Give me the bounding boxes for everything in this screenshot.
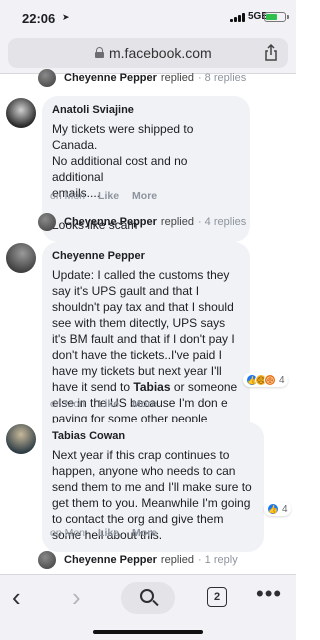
comment-actions: on Mon Like More [50, 190, 170, 202]
more-button[interactable]: More [132, 398, 157, 410]
comment-text: Update: I called the customs they say it… [52, 267, 240, 443]
reply-count: · 1 reply [197, 554, 238, 566]
reaction-summary[interactable]: 👍 ☹ ☹ 4 [243, 373, 288, 387]
location-arrow-icon: ➤ [62, 12, 70, 22]
view-replies-link[interactable]: Cheyenne Pepper replied · 8 replies [38, 68, 246, 88]
reply-author: Cheyenne Pepper [64, 216, 157, 228]
comment-text-part: Update: I called the customs they say it… [52, 268, 235, 394]
view-replies-link[interactable]: Cheyenne Pepper replied · 4 replies [38, 212, 246, 232]
signal-icon [230, 13, 248, 22]
angry-reaction-icon: ☹ [264, 374, 276, 386]
like-button[interactable]: Like [98, 398, 119, 410]
status-time: 22:06 [22, 11, 56, 26]
comment-actions: on Mon Like More [50, 527, 170, 539]
reply-verb: replied [160, 554, 194, 566]
avatar[interactable] [6, 243, 36, 273]
avatar[interactable] [6, 424, 36, 454]
more-button[interactable]: More [132, 190, 157, 202]
mention-link[interactable]: Tabias [133, 380, 170, 394]
back-icon[interactable]: ‹ [12, 584, 21, 610]
avatar [38, 69, 56, 87]
avatar[interactable] [6, 98, 36, 128]
address-bar[interactable]: m.facebook.com [8, 38, 288, 68]
like-button[interactable]: Like [98, 190, 119, 202]
browser-toolbar: ‹ › 2 ••• [0, 574, 296, 640]
share-icon[interactable] [264, 44, 278, 61]
search-button[interactable] [121, 582, 175, 614]
reaction-count: 4 [282, 503, 288, 515]
forward-icon[interactable]: › [72, 584, 81, 610]
view-replies-link[interactable]: Cheyenne Pepper replied · 1 reply [38, 550, 238, 570]
lock-icon [95, 47, 104, 58]
reply-author: Cheyenne Pepper [64, 72, 157, 84]
reply-count: · 8 replies [197, 72, 247, 84]
reply-verb: replied [160, 216, 194, 228]
avatar [38, 551, 56, 569]
reply-verb: replied [160, 72, 194, 84]
comment-author[interactable]: Tabias Cowan [52, 430, 254, 442]
avatar [38, 213, 56, 231]
home-indicator [93, 630, 203, 634]
reaction-summary[interactable]: 👍 4 [264, 502, 291, 516]
status-bar: 22:06 ➤ 5GE [0, 0, 296, 34]
like-reaction-icon: 👍 [267, 503, 279, 515]
comment-time: on Mon [50, 398, 86, 410]
comment-author[interactable]: Anatoli Sviajine [52, 104, 240, 116]
like-button[interactable]: Like [98, 527, 119, 539]
more-button[interactable]: More [132, 527, 157, 539]
tabs-button[interactable]: 2 [207, 587, 227, 607]
reply-author: Cheyenne Pepper [64, 554, 157, 566]
comment-time: on Mon [50, 190, 86, 202]
battery-icon [264, 12, 289, 22]
comment-actions: on Mon Like More [50, 398, 170, 410]
url-text: m.facebook.com [109, 45, 212, 61]
more-options-icon[interactable]: ••• [256, 581, 282, 607]
reaction-count: 4 [279, 374, 285, 386]
reply-count: · 4 replies [197, 216, 247, 228]
comment-bubble: Cheyenne Pepper Update: I called the cus… [42, 242, 250, 452]
comment-author[interactable]: Cheyenne Pepper [52, 250, 240, 262]
comment-time: on Mon [50, 527, 86, 539]
